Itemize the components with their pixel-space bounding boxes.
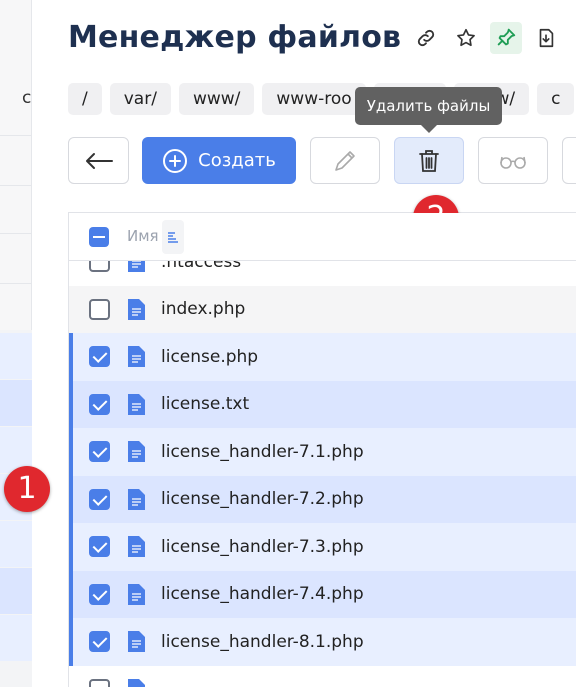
download-icon[interactable]	[530, 22, 562, 54]
rename-button[interactable]	[310, 137, 380, 184]
file-name: license_handler-7.2.php	[161, 489, 364, 510]
breadcrumb-item-root[interactable]: /	[68, 83, 102, 115]
previous-panel-breadcrumb-fragment: c	[22, 88, 32, 108]
pencil-icon	[335, 150, 355, 171]
previous-panel-row	[0, 615, 32, 661]
create-button[interactable]: Создать	[142, 137, 296, 184]
delete-files-button[interactable]	[394, 137, 464, 184]
step-marker-1: 1	[4, 466, 50, 512]
file-name: index.php	[161, 299, 246, 320]
file-name: license_handler-8.1.php	[161, 631, 364, 652]
back-button[interactable]	[68, 137, 129, 184]
breadcrumb-item-www[interactable]: www/	[178, 83, 255, 115]
star-icon[interactable]	[450, 22, 482, 54]
previous-panel-row	[0, 380, 32, 426]
pin-icon[interactable]	[490, 22, 522, 54]
row-checkbox[interactable]	[89, 488, 110, 510]
selection-indicator	[69, 475, 73, 523]
file-name: license_handler-7.1.php	[161, 441, 364, 462]
selection-indicator	[69, 618, 73, 666]
row-checkbox[interactable]	[89, 536, 110, 558]
table-header: Имя	[69, 213, 576, 261]
create-button-label: Создать	[198, 150, 276, 171]
divider	[0, 283, 32, 284]
more-toolbar-button[interactable]	[562, 137, 576, 184]
selection-indicator	[69, 570, 73, 618]
previous-panel-row	[0, 521, 32, 567]
arrow-left-icon	[85, 152, 113, 169]
file-table: Имя .htaccess index.php license.php lice…	[68, 212, 576, 687]
breadcrumb-item-var[interactable]: var/	[109, 83, 171, 115]
selection-indicator	[69, 523, 73, 571]
page-title: Менеджер файлов	[68, 20, 402, 55]
breadcrumb-item-www-root[interactable]: www-roo	[262, 83, 366, 115]
file-icon	[128, 393, 145, 415]
selection-indicator	[69, 333, 73, 381]
table-row[interactable]: license.txt	[69, 380, 576, 428]
row-checkbox[interactable]	[89, 678, 110, 687]
glasses-icon	[500, 156, 526, 169]
divider	[0, 233, 32, 234]
file-list: .htaccess index.php license.php license.…	[69, 238, 576, 687]
file-icon	[128, 346, 145, 368]
file-icon	[128, 583, 145, 605]
row-checkbox[interactable]	[89, 393, 110, 415]
row-checkbox[interactable]	[89, 583, 110, 605]
table-row[interactable]: license_handler-8.1.php	[69, 618, 576, 666]
row-checkbox[interactable]	[89, 346, 110, 368]
file-name: license_handler-7.4.php	[161, 584, 364, 605]
file-icon	[128, 678, 145, 687]
file-icon	[128, 441, 145, 463]
previous-panel-strip: c	[0, 0, 32, 687]
table-row[interactable]: license.php	[69, 333, 576, 381]
previous-panel-row	[0, 568, 32, 614]
table-row[interactable]: license_handler-7.2.php	[69, 475, 576, 523]
row-checkbox[interactable]	[89, 631, 110, 653]
file-icon	[128, 631, 145, 653]
row-checkbox[interactable]	[89, 441, 110, 463]
sort-icon[interactable]	[162, 220, 184, 254]
selection-indicator	[69, 380, 73, 428]
table-row[interactable]: license_handler-7.1.php	[69, 428, 576, 476]
file-icon	[128, 488, 145, 510]
link-icon[interactable]	[410, 22, 442, 54]
table-row[interactable]: license_handler-7.3.php	[69, 523, 576, 571]
file-name: license_handler-7.3.php	[161, 536, 364, 557]
delete-files-tooltip: Удалить файлы	[355, 87, 502, 133]
previous-panel-header	[0, 0, 32, 330]
row-checkbox[interactable]	[89, 298, 110, 320]
divider	[0, 185, 32, 186]
divider	[0, 135, 32, 136]
column-name-label: Имя	[127, 227, 159, 245]
trash-icon	[419, 149, 439, 172]
title-actions	[410, 22, 562, 54]
table-row[interactable]: index.php	[69, 285, 576, 333]
file-name: license.php	[161, 346, 259, 367]
table-row[interactable]	[69, 665, 576, 687]
file-icon	[128, 298, 145, 320]
preview-button[interactable]	[478, 137, 548, 184]
select-all-checkbox[interactable]	[89, 227, 109, 247]
file-icon	[128, 536, 145, 558]
previous-panel-row	[0, 333, 32, 379]
breadcrumb-item-truncated[interactable]: c	[537, 83, 575, 115]
file-name: license.txt	[161, 394, 250, 415]
selection-indicator	[69, 428, 73, 476]
table-row[interactable]: license_handler-7.4.php	[69, 570, 576, 618]
plus-circle-icon	[163, 148, 188, 173]
